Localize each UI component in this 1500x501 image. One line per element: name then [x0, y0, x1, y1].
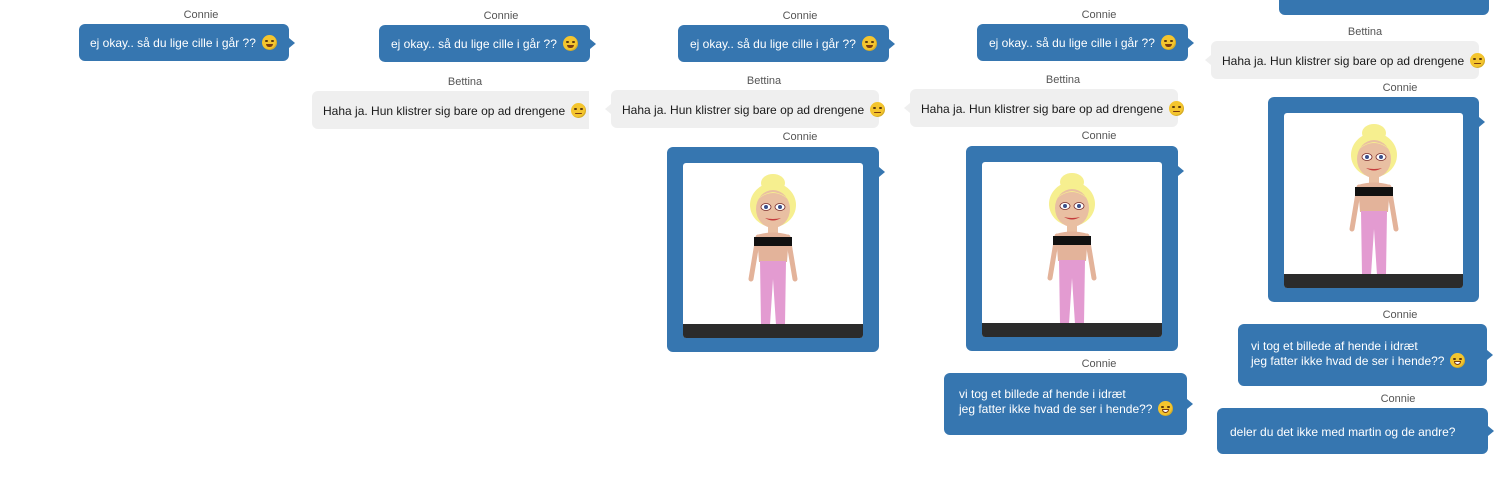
- receiver-name: Bettina: [1045, 74, 1081, 86]
- message-text: deler du det ikke med martin og de andre…: [1230, 424, 1456, 439]
- message-bubble-partial[interactable]: [1279, 0, 1489, 15]
- message-text: Haha ja. Hun klistrer sig bare op ad dre…: [921, 101, 1164, 116]
- sender-name: Connie: [483, 10, 519, 22]
- message-bubble[interactable]: Haha ja. Hun klistrer sig bare op ad dre…: [904, 89, 1185, 127]
- message-bubble[interactable]: Haha ja. Hun klistrer sig bare op ad dre…: [605, 90, 886, 128]
- sender-name: Connie: [1081, 130, 1117, 142]
- message-bubble[interactable]: vi tog et billede af hende i idræt jeg f…: [1238, 324, 1493, 386]
- sender-name: Connie: [1081, 9, 1117, 21]
- message-bubble[interactable]: vi tog et billede af hende i idræt jeg f…: [944, 373, 1193, 435]
- cartoon-girl-figure: [1344, 117, 1404, 287]
- message-text: Haha ja. Hun klistrer sig bare op ad dre…: [323, 103, 566, 118]
- message-text: Haha ja. Hun klistrer sig bare op ad dre…: [1222, 53, 1465, 68]
- message-text: ej okay.. så du lige cille i går ??: [391, 36, 557, 51]
- unamused-emoji: [571, 103, 587, 119]
- message-text-line: vi tog et billede af hende i idræt: [959, 387, 1126, 401]
- photo-image: [1284, 113, 1463, 288]
- sender-name: Connie: [1382, 82, 1418, 94]
- message-bubble[interactable]: Haha ja. Hun klistrer sig bare op ad dre…: [312, 91, 589, 129]
- sender-name: Connie: [1380, 393, 1416, 405]
- message-bubble[interactable]: Haha ja. Hun klistrer sig bare op ad dre…: [1205, 41, 1486, 79]
- sender-name: Connie: [782, 10, 818, 22]
- floor-strip: [683, 324, 863, 338]
- cartoon-girl-figure: [743, 167, 803, 337]
- photo-message[interactable]: [966, 146, 1184, 351]
- tears-of-joy-emoji: [1450, 353, 1466, 369]
- photo-image: [683, 163, 863, 338]
- tears-of-joy-emoji: [1158, 401, 1174, 417]
- floor-strip: [982, 323, 1162, 337]
- unamused-emoji: [870, 102, 886, 118]
- receiver-name: Bettina: [1347, 26, 1383, 38]
- photo-message[interactable]: [667, 147, 885, 352]
- message-bubble[interactable]: ej okay.. så du lige cille i går ??: [379, 25, 596, 62]
- sender-name: Connie: [782, 131, 818, 143]
- grinning-sweat-emoji: [261, 35, 277, 51]
- message-text: ej okay.. så du lige cille i går ??: [90, 35, 256, 50]
- message-bubble[interactable]: ej okay.. så du lige cille i går ??: [678, 25, 895, 62]
- message-bubble[interactable]: deler du det ikke med martin og de andre…: [1217, 408, 1494, 454]
- message-bubble[interactable]: ej okay.. så du lige cille i går ??: [977, 24, 1194, 61]
- receiver-name: Bettina: [447, 76, 483, 88]
- receiver-name: Bettina: [746, 75, 782, 87]
- grinning-sweat-emoji: [1160, 35, 1176, 51]
- unamused-emoji: [1169, 101, 1185, 117]
- sender-name: Connie: [1081, 358, 1117, 370]
- unamused-emoji: [1470, 53, 1486, 69]
- sender-name: Connie: [183, 9, 219, 21]
- message-text: ej okay.. så du lige cille i går ??: [690, 36, 856, 51]
- message-text: Haha ja. Hun klistrer sig bare op ad dre…: [622, 102, 865, 117]
- floor-strip: [1284, 274, 1463, 288]
- message-text: ej okay.. så du lige cille i går ??: [989, 35, 1155, 50]
- grinning-sweat-emoji: [562, 36, 578, 52]
- message-text-line: vi tog et billede af hende i idræt: [1251, 339, 1418, 353]
- photo-message[interactable]: [1268, 97, 1485, 302]
- message-text-line: jeg fatter ikke hvad de ser i hende??: [1251, 353, 1487, 369]
- message-text-line: jeg fatter ikke hvad de ser i hende??: [959, 401, 1187, 417]
- message-bubble[interactable]: ej okay.. så du lige cille i går ??: [79, 24, 295, 61]
- grinning-sweat-emoji: [861, 36, 877, 52]
- cartoon-girl-figure: [1042, 166, 1102, 336]
- photo-image: [982, 162, 1162, 337]
- sender-name: Connie: [1382, 309, 1418, 321]
